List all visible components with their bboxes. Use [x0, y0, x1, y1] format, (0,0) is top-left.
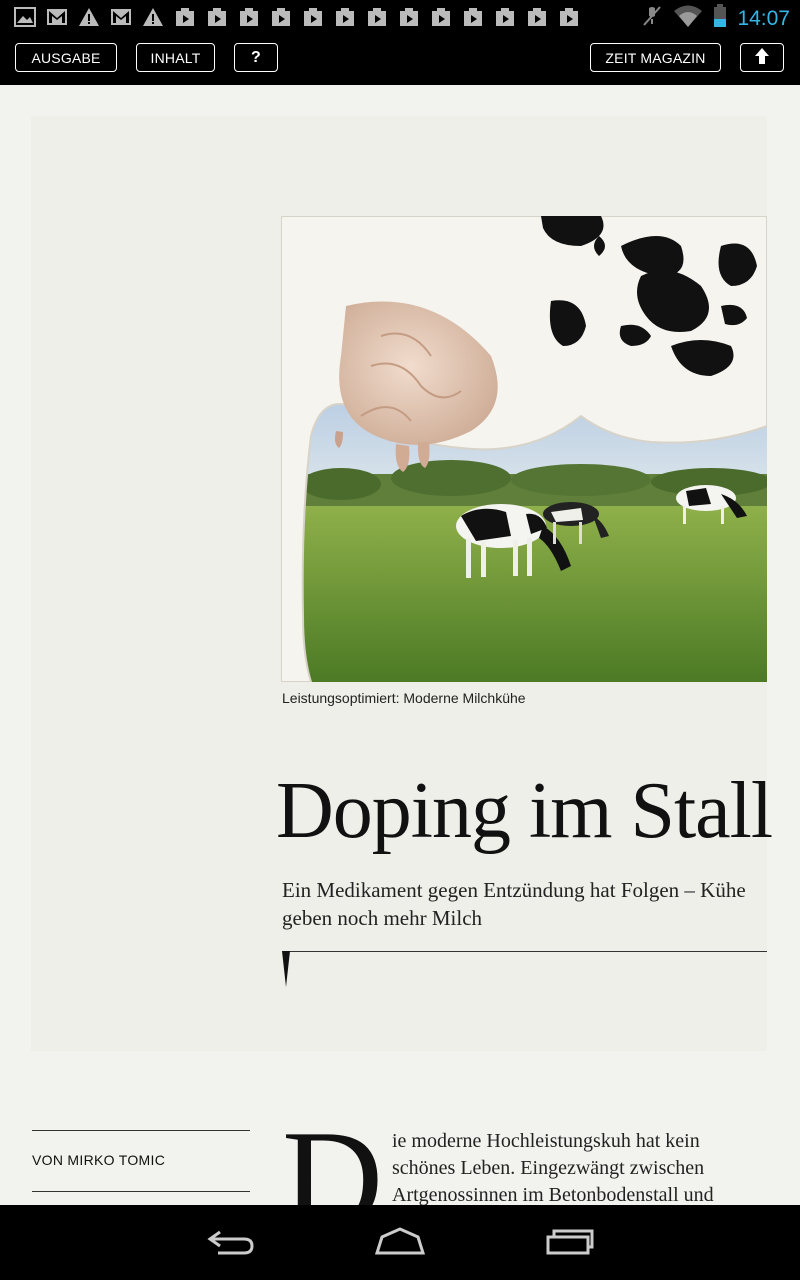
recent-apps-button[interactable] — [540, 1221, 600, 1265]
app-toolbar: AUSGABE INHALT ? ZEIT MAGAZIN — [0, 34, 800, 85]
author-byline: VON MIRKO TOMIC — [32, 1152, 166, 1168]
wifi-icon — [673, 4, 703, 33]
gmail-icon — [108, 5, 134, 29]
play-store-icon — [204, 5, 230, 29]
zeit-magazin-button[interactable]: ZEIT MAGAZIN — [590, 43, 721, 72]
header-divider — [283, 951, 767, 952]
article-subtitle: Ein Medikament gegen Entzündung hat Folg… — [282, 878, 746, 930]
arrow-up-icon — [754, 47, 770, 68]
mute-icon — [641, 4, 663, 33]
notification-icons — [12, 5, 582, 29]
wedge-ornament — [282, 951, 290, 992]
home-button[interactable] — [370, 1221, 430, 1265]
back-button[interactable] — [200, 1221, 260, 1265]
play-store-icon — [172, 5, 198, 29]
recent-apps-icon — [546, 1227, 594, 1260]
article-headline: Doping im Stall — [276, 767, 773, 855]
help-button[interactable]: ? — [234, 43, 278, 72]
article-body-text: ie moderne Hochleistungskuh hat kein sch… — [392, 1130, 714, 1206]
image-caption: Leistungsoptimiert: Moderne Milchkühe — [282, 690, 526, 706]
play-store-icon — [556, 5, 582, 29]
play-store-icon — [300, 5, 326, 29]
warning-icon — [76, 5, 102, 29]
clock: 14:07 — [737, 6, 790, 30]
status-bar: 14:07 — [0, 0, 800, 34]
system-status: 14:07 — [641, 4, 790, 33]
play-store-icon — [364, 5, 390, 29]
author-divider-top — [32, 1130, 250, 1131]
play-store-icon — [268, 5, 294, 29]
warning-icon — [140, 5, 166, 29]
play-store-icon — [396, 5, 422, 29]
inhalt-button[interactable]: INHALT — [136, 43, 215, 72]
play-store-icon — [332, 5, 358, 29]
play-store-icon — [524, 5, 550, 29]
play-store-icon — [428, 5, 454, 29]
home-icon — [374, 1226, 426, 1260]
back-icon — [206, 1226, 254, 1261]
play-store-icon — [236, 5, 262, 29]
hero-image-cows — [281, 216, 767, 682]
battery-icon — [713, 4, 727, 33]
gallery-icon — [12, 5, 38, 29]
system-nav-bar — [0, 1205, 800, 1280]
gmail-icon — [44, 5, 70, 29]
ausgabe-button[interactable]: AUSGABE — [15, 43, 117, 72]
play-store-icon — [492, 5, 518, 29]
author-divider-bottom — [32, 1191, 250, 1192]
scroll-up-button[interactable] — [740, 43, 784, 72]
play-store-icon — [460, 5, 486, 29]
